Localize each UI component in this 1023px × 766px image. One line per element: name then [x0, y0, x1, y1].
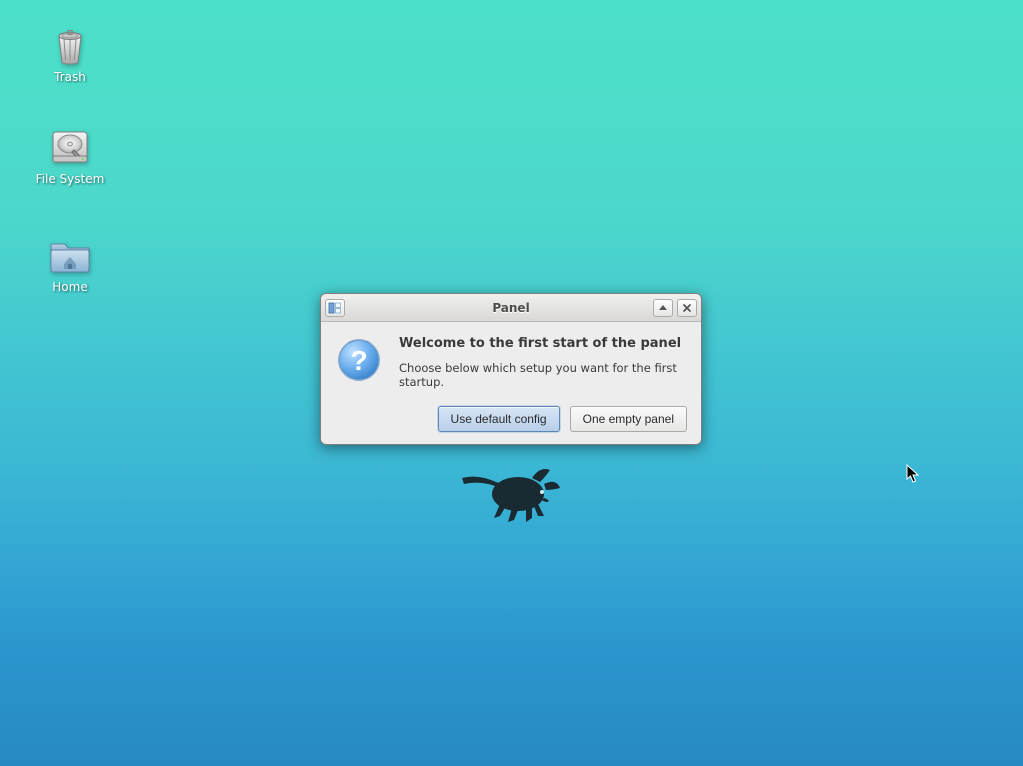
mouse-cursor — [906, 464, 920, 484]
one-empty-panel-button[interactable]: One empty panel — [570, 406, 687, 432]
dialog-titlebar[interactable]: Panel — [321, 294, 701, 322]
window-close-button[interactable] — [677, 299, 697, 317]
window-menu-icon[interactable] — [325, 299, 345, 317]
dialog-heading: Welcome to the first start of the panel — [399, 336, 685, 351]
window-up-button[interactable] — [653, 299, 673, 317]
use-default-config-button[interactable]: Use default config — [438, 406, 560, 432]
question-icon: ? — [337, 338, 381, 382]
trash-desktop-icon[interactable]: Trash — [25, 24, 115, 84]
home-desktop-icon[interactable]: Home — [25, 236, 115, 294]
close-icon — [682, 303, 692, 313]
dialog-title: Panel — [321, 301, 701, 315]
dialog-body: ? Welcome to the first start of the pane… — [321, 322, 701, 389]
svg-text:?: ? — [350, 345, 367, 376]
panel-dialog: Panel ? W — [320, 293, 702, 445]
trash-label: Trash — [54, 70, 86, 84]
desktop[interactable]: Trash File System — [0, 0, 1023, 766]
dialog-description: Choose below which setup you want for th… — [399, 361, 685, 389]
arrow-up-icon — [658, 303, 668, 313]
home-folder-icon — [46, 236, 94, 276]
drive-icon — [48, 128, 92, 168]
dialog-button-row: Use default config One empty panel — [438, 406, 687, 432]
xfce-mouse-logo — [460, 462, 564, 524]
home-label: Home — [52, 280, 87, 294]
trash-icon — [49, 24, 91, 66]
file-system-desktop-icon[interactable]: File System — [25, 128, 115, 186]
file-system-label: File System — [36, 172, 105, 186]
